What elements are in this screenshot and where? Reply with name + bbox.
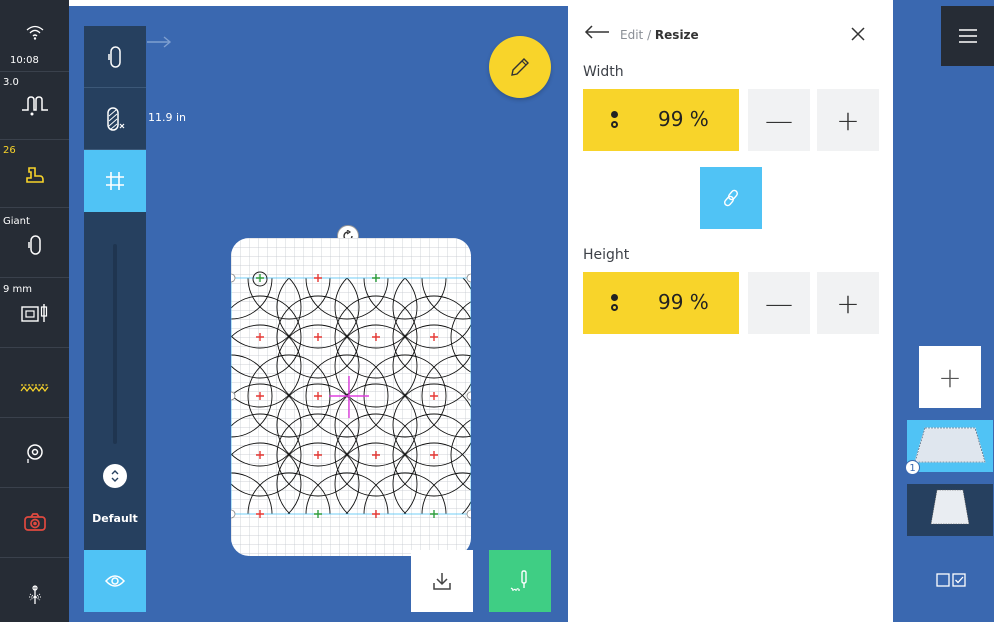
width-value-field[interactable]: 99 % <box>583 89 739 151</box>
back-button[interactable] <box>584 24 612 44</box>
presser-foot-icon <box>0 166 69 190</box>
grid-icon <box>106 172 124 190</box>
height-value-field[interactable]: 99 % <box>583 272 739 334</box>
needle-plate-icon <box>0 302 69 328</box>
breadcrumb: Edit / Resize <box>620 28 699 42</box>
multi-select-icon <box>936 573 966 587</box>
width-decrease-button[interactable]: — <box>748 89 810 151</box>
design-thumbnail[interactable] <box>907 484 993 536</box>
height-value: 99 % <box>658 290 709 314</box>
breadcrumb-parent[interactable]: Edit <box>620 28 643 42</box>
download-icon <box>433 573 451 590</box>
hoop-area[interactable] <box>231 238 471 556</box>
proportional-link-button[interactable] <box>700 167 762 229</box>
hoop-size-button[interactable] <box>84 88 146 150</box>
close-icon <box>851 27 865 41</box>
height-increase-button[interactable]: + <box>817 272 879 334</box>
link-icon <box>724 189 738 207</box>
grid-toggle-button[interactable] <box>84 150 146 212</box>
design-thumbnail-selected[interactable] <box>907 420 993 472</box>
toggle-dots-icon <box>611 111 619 131</box>
tool-dock: 11.9 in Default <box>84 26 186 612</box>
stitch-length-icon <box>0 96 69 122</box>
multi-select-button[interactable] <box>931 566 971 594</box>
design-thumbnail-image <box>914 427 986 463</box>
needle-position-cell[interactable] <box>0 558 69 622</box>
hoop-label: Giant <box>3 216 30 227</box>
zoom-preset-label[interactable]: Default <box>84 512 146 525</box>
hoop-tool-button[interactable] <box>84 26 146 88</box>
tension-cell[interactable]: 26 <box>0 140 69 208</box>
height-decrease-button[interactable]: — <box>748 272 810 334</box>
zigzag-stitch-icon <box>0 378 69 397</box>
go-stitch-button[interactable] <box>489 550 551 612</box>
needle-label: 9 mm <box>3 284 33 295</box>
wifi-icon <box>0 24 69 44</box>
add-design-button[interactable]: + <box>919 346 981 408</box>
redo-arrow-icon[interactable] <box>146 34 172 53</box>
height-label: Height <box>583 247 630 263</box>
edit-fab-button[interactable] <box>489 36 551 98</box>
clock-time: 10:08 <box>10 55 39 66</box>
close-button[interactable] <box>850 26 868 44</box>
design-thumbnail-image <box>930 489 970 525</box>
breadcrumb-current: Resize <box>654 28 699 42</box>
embroidery-design[interactable] <box>231 238 471 556</box>
edit-resize-panel: Edit / Resize Width 99 % — + Height 99 %… <box>568 0 893 622</box>
toggle-dots-icon <box>611 294 619 314</box>
save-download-button[interactable] <box>411 550 473 612</box>
bobbin-icon <box>0 442 69 468</box>
design-sidebar: + 1 <box>893 0 994 622</box>
pencil-icon <box>511 58 529 76</box>
chevron-up-down-icon <box>111 470 119 482</box>
zoom-slider-track[interactable] <box>113 244 117 444</box>
status-wifi-time: 10:08 <box>0 0 69 72</box>
needle-position-icon <box>0 584 69 610</box>
hamburger-menu-icon <box>958 29 977 43</box>
design-count-badge: 1 <box>905 460 920 475</box>
stitch-length-value: 3.0 <box>3 77 19 88</box>
needle-cell[interactable]: 9 mm <box>0 278 69 348</box>
hoop-size-label: 11.9 in <box>148 111 187 124</box>
stitch-pattern-cell[interactable] <box>0 348 69 418</box>
eye-icon <box>104 575 126 587</box>
status-sidebar: 10:08 3.0 26 Giant 9 mm <box>0 0 69 622</box>
menu-button[interactable] <box>941 6 994 66</box>
zoom-slider-handle[interactable] <box>103 464 127 488</box>
hoop-hatched-icon <box>107 106 125 131</box>
stitch-out-icon <box>510 570 527 591</box>
preview-button[interactable] <box>84 550 146 612</box>
hoop-icon <box>108 45 121 68</box>
hoop-icon <box>0 234 69 260</box>
hoop-cell[interactable]: Giant <box>0 208 69 278</box>
embroidery-canvas[interactable]: 11.9 in Default <box>69 6 568 622</box>
camera-cell[interactable] <box>0 488 69 558</box>
stitch-length-cell[interactable]: 3.0 <box>0 72 69 140</box>
bobbin-cell[interactable] <box>0 418 69 488</box>
breadcrumb-separator: / <box>643 28 655 42</box>
arrow-left-icon <box>584 25 609 39</box>
width-increase-button[interactable]: + <box>817 89 879 151</box>
camera-icon <box>0 512 69 536</box>
width-label: Width <box>583 64 624 80</box>
tension-value: 26 <box>3 145 16 156</box>
width-value: 99 % <box>658 107 709 131</box>
